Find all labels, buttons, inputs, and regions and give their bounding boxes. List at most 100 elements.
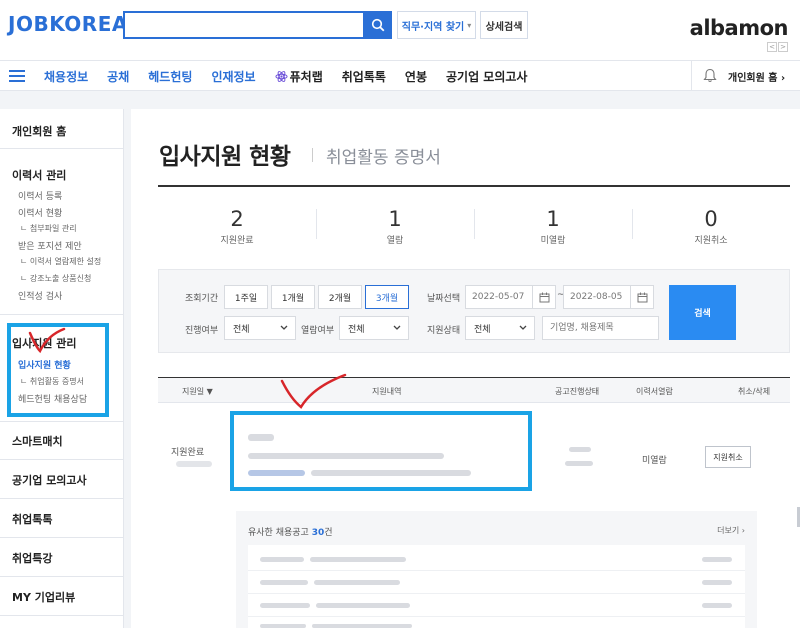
stat-read[interactable]: 1 열람	[316, 187, 474, 257]
status-label: 지원상태	[427, 326, 461, 336]
divider	[0, 615, 124, 616]
nav-item-headhunting[interactable]: 헤드헌팅	[148, 68, 192, 85]
search-box[interactable]	[123, 11, 363, 39]
top-header: JOBKOREA 직무·지역 찾기 ▾ 상세검색 albamon < >	[0, 0, 800, 60]
keyword-field[interactable]	[542, 316, 659, 340]
sidebar-menu-company-review[interactable]: MY 기업리뷰	[12, 589, 75, 605]
period-3month-button[interactable]: 3개월	[365, 285, 409, 309]
divider	[0, 576, 124, 577]
chevron-down-icon	[519, 325, 527, 330]
divider	[0, 314, 124, 315]
prev-arrow-icon[interactable]: <	[767, 42, 777, 52]
highlight-box-application	[230, 411, 532, 491]
jobkorea-logo[interactable]: JOBKOREA	[8, 12, 128, 36]
row-apply-status: 지원완료	[171, 448, 205, 458]
status-select[interactable]: 전체	[465, 316, 535, 340]
application-stats: 2 지원완료 1 열람 1 미열람 0 지원취소	[158, 187, 790, 257]
similar-title-prefix: 유사한 채용공고	[248, 528, 309, 538]
calendar-to-button[interactable]	[630, 285, 654, 309]
sidebar-item-highlight-product[interactable]: ㄴ 강조노출 상품신청	[20, 273, 91, 284]
stat-cancelled[interactable]: 0 지원취소	[632, 187, 790, 257]
similar-count: 30	[311, 528, 325, 538]
sidebar-item-position-offers[interactable]: 받은 포지션 제안	[18, 239, 82, 252]
calendar-icon	[539, 292, 549, 302]
column-resume-read: 이력서열람	[636, 387, 673, 396]
progress-select[interactable]: 전체	[224, 316, 296, 340]
next-arrow-icon[interactable]: >	[778, 42, 788, 52]
personal-home-link[interactable]: 개인회원 홈 ›	[728, 69, 785, 84]
stat-unread[interactable]: 1 미열람	[474, 187, 632, 257]
stat-value: 1	[546, 207, 560, 231]
hamburger-menu-icon[interactable]	[9, 70, 25, 82]
calendar-from-button[interactable]	[532, 285, 556, 309]
sidebar-section-resume[interactable]: 이력서 관리	[12, 167, 66, 183]
search-icon	[371, 18, 384, 32]
period-1week-button[interactable]: 1주일	[224, 285, 268, 309]
sidebar-item-aptitude-test[interactable]: 인적성 검사	[18, 289, 62, 302]
cancel-application-button[interactable]: 지원취소	[705, 446, 751, 468]
more-link[interactable]: 더보기 ›	[717, 525, 745, 536]
sidebar-item-view-restriction[interactable]: ㄴ 이력서 열람제한 설정	[20, 256, 101, 267]
sidebar-menu-lecture[interactable]: 취업특강	[12, 550, 52, 566]
sidebar-item-resume-register[interactable]: 이력서 등록	[18, 189, 62, 202]
sidebar: 개인회원 홈 이력서 관리 이력서 등록 이력서 현황 ㄴ 첨부파일 관리 받은…	[0, 109, 124, 628]
period-1month-button[interactable]: 1개월	[271, 285, 315, 309]
row-resume-read: 미열람	[642, 456, 667, 466]
main-content: 입사지원 현황 취업활동 증명서 2 지원완료 1 열람 1 미열람 0 지원취…	[131, 109, 800, 628]
nav-item-salary[interactable]: 연봉	[405, 68, 427, 85]
nav-item-jobs[interactable]: 채용정보	[44, 68, 88, 85]
employment-certificate-tab[interactable]: 취업활동 증명서	[326, 143, 441, 168]
search-button[interactable]	[363, 11, 392, 39]
nav-items: 채용정보 공채 헤드헌팅 인재정보 퓨처랩 취업톡톡 연봉 공기업 모의고사	[44, 68, 546, 85]
nav-item-futurelab-label: 퓨처랩	[289, 70, 323, 84]
read-select[interactable]: 전체	[339, 316, 409, 340]
albamon-logo-text: albamon	[689, 16, 789, 40]
period-label: 조회기간	[185, 294, 219, 304]
caret-down-icon: ▾	[467, 20, 472, 30]
nav-item-public-mock-exam[interactable]: 공기업 모의고사	[446, 68, 527, 85]
page-title: 입사지원 현황	[159, 144, 291, 170]
filter-search-button[interactable]: 검색	[669, 285, 736, 340]
table-header: 지원일 ▼ 지원내역 공고진행상태 이력서열람 취소/삭제	[158, 377, 790, 403]
nav-item-talent[interactable]: 인재정보	[211, 68, 255, 85]
stat-label: 지원완료	[220, 236, 254, 246]
sidebar-item-attachments[interactable]: ㄴ 첨부파일 관리	[20, 223, 77, 234]
albamon-logo[interactable]: albamon	[689, 16, 789, 40]
nav-item-talk[interactable]: 취업톡톡	[342, 68, 386, 85]
annotation-checkmark	[28, 327, 66, 354]
column-posting-status: 공고진행상태	[555, 387, 600, 396]
date-from-input[interactable]: 2022-05-07	[465, 285, 533, 309]
annotation-checkmark	[280, 373, 347, 409]
sidebar-menu-public-mock-exam[interactable]: 공기업 모의고사	[12, 472, 87, 488]
nav-item-open-recruit[interactable]: 공채	[107, 68, 129, 85]
row-posting-status	[569, 447, 591, 452]
read-label: 열람여부	[301, 326, 335, 336]
search-input[interactable]	[125, 13, 363, 37]
divider	[0, 459, 124, 460]
stat-value: 2	[230, 207, 244, 231]
period-2month-button[interactable]: 2개월	[318, 285, 362, 309]
sidebar-menu-job-talk[interactable]: 취업톡톡	[12, 511, 52, 527]
notification-button[interactable]	[691, 61, 727, 90]
column-apply-detail: 지원내역	[372, 387, 402, 396]
stat-applied[interactable]: 2 지원완료	[158, 187, 316, 257]
row-apply-date	[176, 461, 212, 467]
job-area-button[interactable]: 직무·지역 찾기 ▾	[397, 11, 476, 39]
detail-search-button[interactable]: 상세검색	[480, 11, 528, 39]
chevron-down-icon	[280, 325, 288, 330]
divider	[0, 148, 124, 149]
similar-postings-title: 유사한 채용공고 30건	[248, 525, 333, 538]
nav-item-futurelab[interactable]: 퓨처랩	[275, 68, 323, 85]
main-nav: 채용정보 공채 헤드헌팅 인재정보 퓨처랩 취업톡톡 연봉 공기업 모의고사 개…	[0, 60, 800, 91]
date-to-input[interactable]: 2022-08-05	[563, 285, 631, 309]
read-select-value: 전체	[348, 324, 365, 335]
column-apply-date[interactable]: 지원일 ▼	[182, 386, 213, 397]
stat-label: 열람	[386, 236, 404, 246]
status-select-value: 전체	[474, 324, 491, 335]
sidebar-item-resume-status[interactable]: 이력서 현황	[18, 206, 62, 219]
similar-postings-list	[248, 545, 745, 628]
keyword-input[interactable]	[543, 317, 658, 339]
sidebar-item-personal-home[interactable]: 개인회원 홈	[12, 123, 66, 139]
divider	[0, 498, 124, 499]
sidebar-menu-smart-match[interactable]: 스마트매치	[12, 433, 63, 449]
